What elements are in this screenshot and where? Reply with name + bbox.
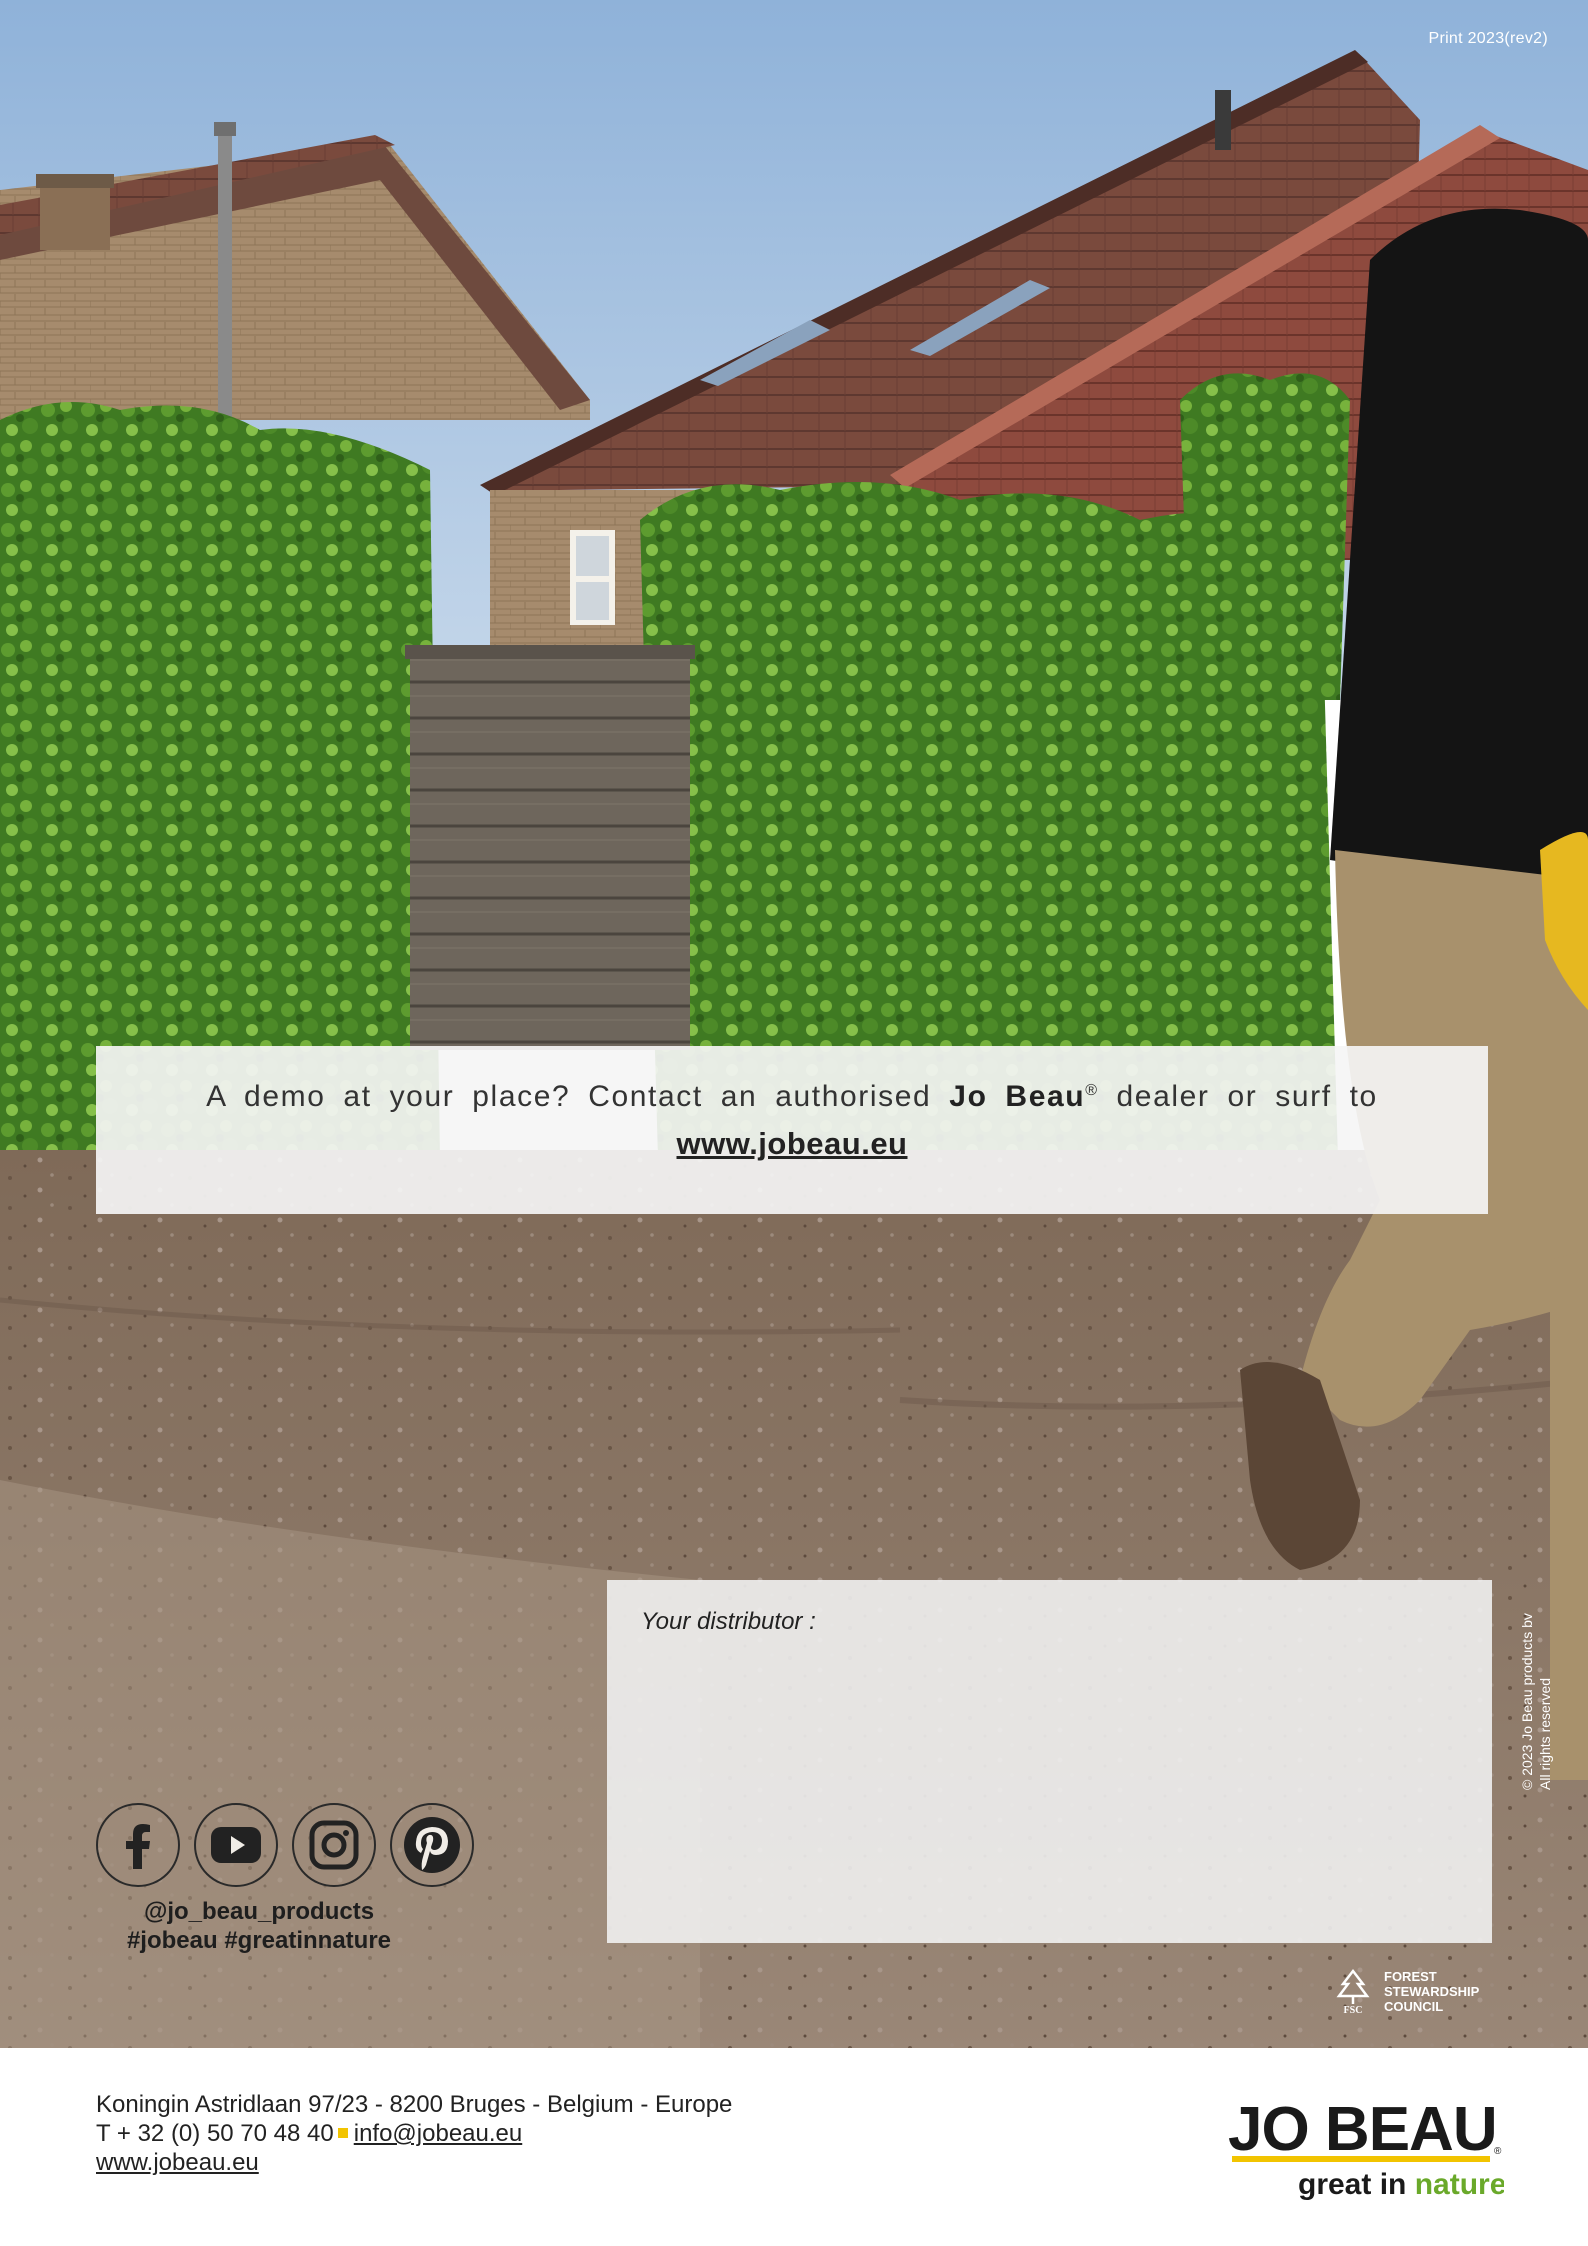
distributor-label: Your distributor : bbox=[641, 1608, 816, 1635]
postal-address: Koningin Astridlaan 97/23 - 8200 Bruges … bbox=[96, 2091, 733, 2118]
demo-text-end: dealer or surf to bbox=[1098, 1080, 1378, 1113]
fsc-mark: FSC bbox=[1344, 2005, 1363, 2014]
logo-reg-mark: ® bbox=[1494, 2146, 1502, 2157]
social-hashtags: #jobeau #greatinnature bbox=[126, 1927, 392, 1954]
pinterest-icon[interactable] bbox=[390, 1803, 474, 1887]
demo-text-start: A demo at your place? Contact an authori… bbox=[206, 1080, 950, 1113]
logo-brand: JO BEAU bbox=[1228, 2095, 1497, 2164]
copyright-line-1: © 2023 Jo Beau products bv bbox=[1519, 1613, 1535, 1790]
jo-beau-logo: JO BEAU ® great in nature™ bbox=[1228, 2095, 1504, 2201]
logo-tagline: great in nature™ bbox=[1298, 2168, 1504, 2201]
copyright-notice: © 2023 Jo Beau products bv All rights re… bbox=[1518, 1580, 1558, 1790]
fsc-line-1: FOREST bbox=[1384, 1968, 1437, 1984]
phone-email-line: T + 32 (0) 50 70 48 40 info@jobeau.eu bbox=[96, 2119, 732, 2148]
logo-tagline-end: nature bbox=[1415, 2168, 1504, 2201]
social-block: @jo_beau_products #jobeau #greatinnature bbox=[96, 1803, 476, 1955]
website-link[interactable]: www.jobeau.eu bbox=[96, 2149, 259, 2176]
social-icons bbox=[96, 1803, 476, 1887]
demo-brand: Jo Beau bbox=[949, 1080, 1086, 1113]
demo-text: A demo at your place? Contact an authori… bbox=[96, 1080, 1488, 1114]
email-link[interactable]: info@jobeau.eu bbox=[354, 2120, 523, 2147]
copyright-line-2: All rights reserved bbox=[1537, 1677, 1553, 1790]
demo-banner: A demo at your place? Contact an authori… bbox=[96, 1046, 1488, 1214]
print-revision-note: Print 2023(rev2) bbox=[1428, 30, 1548, 47]
distributor-box: Your distributor : bbox=[607, 1580, 1492, 1943]
facebook-icon[interactable] bbox=[96, 1803, 180, 1887]
fsc-line-3: COUNCIL bbox=[1384, 1998, 1444, 2014]
footer: Koningin Astridlaan 97/23 - 8200 Bruges … bbox=[0, 2048, 1588, 2246]
youtube-icon[interactable] bbox=[194, 1803, 278, 1887]
social-text: @jo_beau_products #jobeau #greatinnature bbox=[96, 1897, 422, 1955]
logo-tagline-start: great in bbox=[1298, 2168, 1415, 2201]
fsc-tree-icon: FSC bbox=[1336, 1968, 1370, 2014]
separator-square bbox=[337, 2128, 348, 2138]
social-handle: @jo_beau_products bbox=[143, 1898, 375, 1925]
fsc-text: FOREST STEWARDSHIP COUNCIL bbox=[1384, 1969, 1479, 2014]
fsc-logo: FSC FOREST STEWARDSHIP COUNCIL bbox=[1330, 1968, 1479, 2014]
demo-reg-mark: ® bbox=[1085, 1082, 1099, 1099]
demo-website-link[interactable]: www.jobeau.eu bbox=[677, 1126, 908, 1162]
contact-info: Koningin Astridlaan 97/23 - 8200 Bruges … bbox=[96, 2090, 732, 2177]
phone-number: T + 32 (0) 50 70 48 40 bbox=[96, 2120, 334, 2147]
logo-underline bbox=[1232, 2156, 1490, 2162]
instagram-icon[interactable] bbox=[292, 1803, 376, 1887]
fsc-line-2: STEWARDSHIP bbox=[1384, 1983, 1480, 1999]
